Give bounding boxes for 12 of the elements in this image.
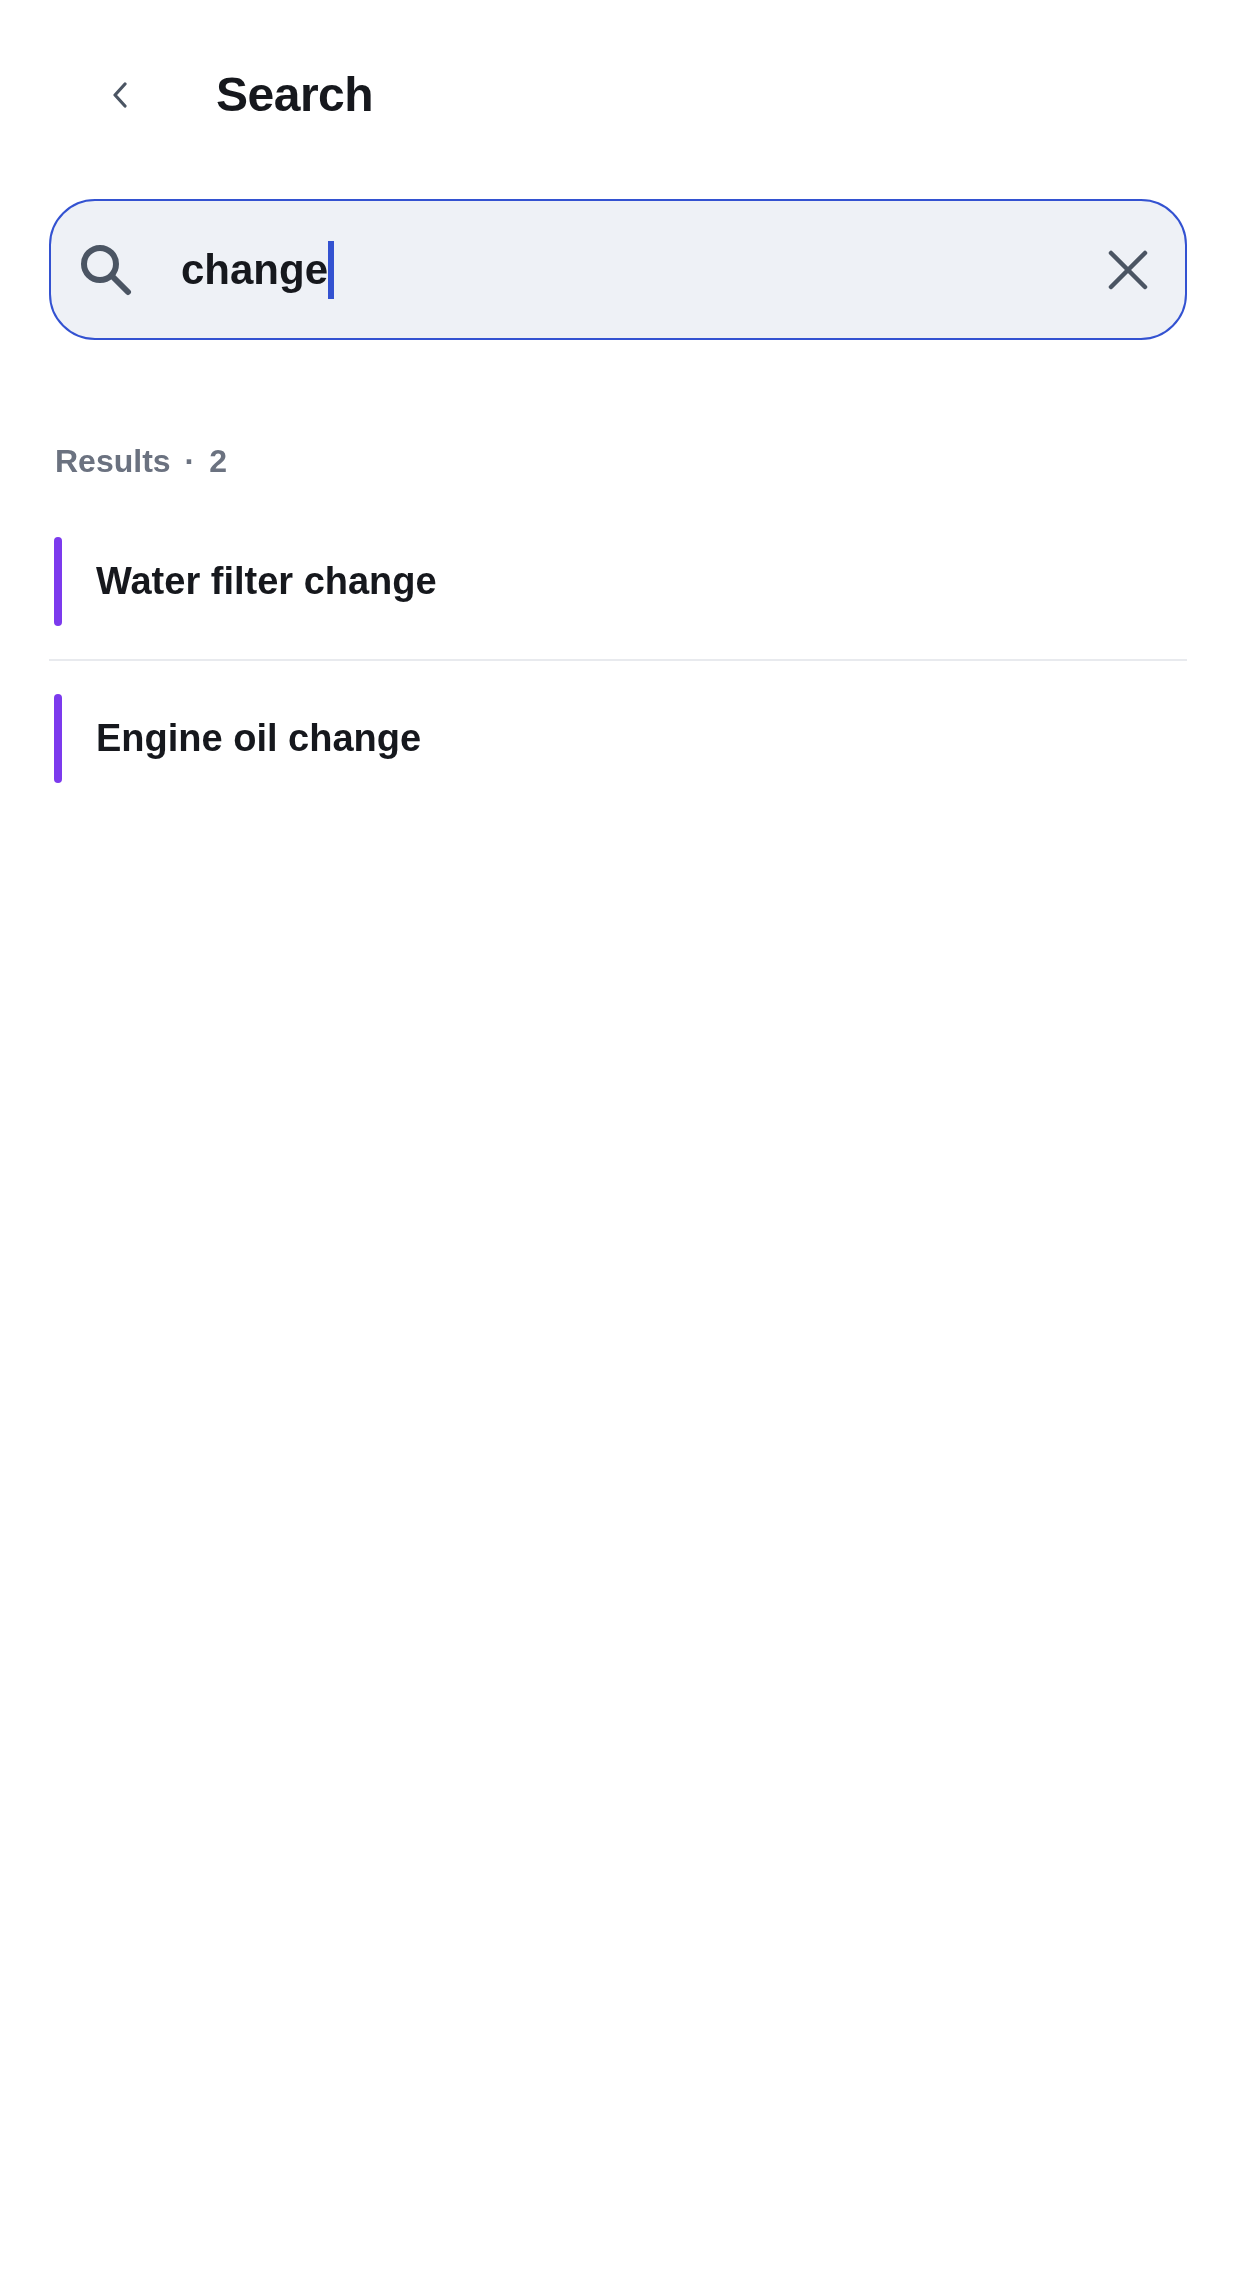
search-field[interactable]: change	[49, 199, 1187, 340]
separator-dot: ·	[184, 442, 196, 481]
clear-button[interactable]	[1108, 249, 1148, 290]
search-icon	[80, 243, 132, 296]
result-item[interactable]: Engine oil change	[49, 661, 1187, 816]
text-cursor	[328, 240, 335, 299]
result-count: 2	[209, 442, 228, 481]
results-label: Results	[55, 442, 171, 481]
close-icon	[1108, 249, 1148, 290]
page-title: Search	[216, 67, 374, 123]
chevron-left-icon	[112, 82, 128, 108]
result-item[interactable]: Water filter change	[49, 504, 1187, 659]
